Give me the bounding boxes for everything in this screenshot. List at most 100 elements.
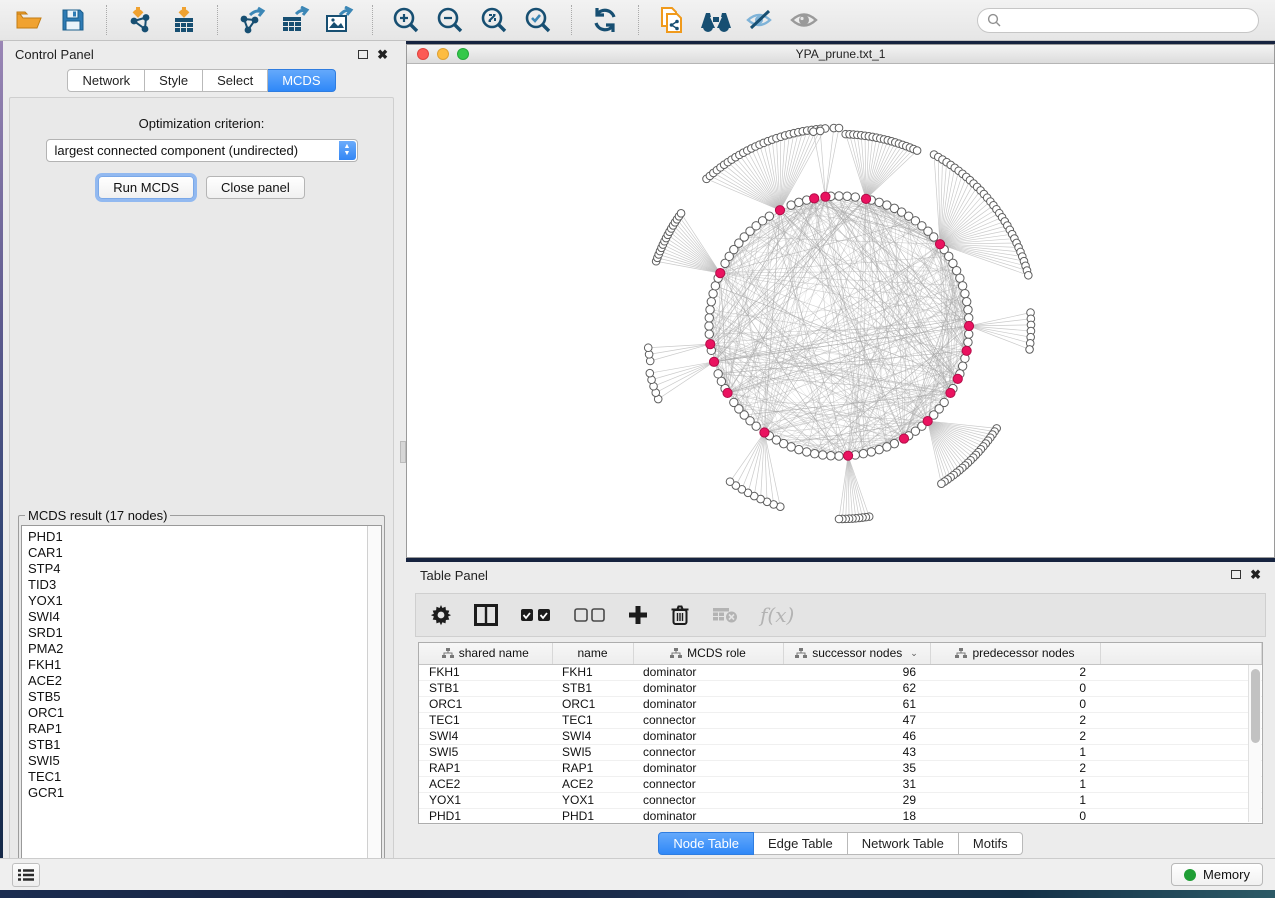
mcds-result-item[interactable]: STP4 bbox=[28, 561, 381, 577]
column-header-shared-name[interactable]: shared name bbox=[419, 643, 552, 664]
table-tab-node-table[interactable]: Node Table bbox=[658, 832, 754, 855]
table-row[interactable]: ORC1ORC1dominator610 bbox=[419, 696, 1262, 712]
mcds-result-item[interactable]: YOX1 bbox=[28, 593, 381, 609]
optimization-criterion-select[interactable]: largest connected component (undirected)… bbox=[46, 139, 358, 162]
import-table-icon bbox=[170, 6, 198, 34]
tab-network[interactable]: Network bbox=[67, 69, 145, 92]
control-panel-tabs: NetworkStyleSelectMCDS bbox=[67, 69, 335, 92]
column-header-predecessor-nodes[interactable]: predecessor nodes bbox=[930, 643, 1100, 664]
mcds-result-item[interactable]: SWI5 bbox=[28, 753, 381, 769]
table-row[interactable]: TEC1TEC1connector472 bbox=[419, 712, 1262, 728]
mcds-result-item[interactable]: SRD1 bbox=[28, 625, 381, 641]
delete-table-button[interactable] bbox=[712, 607, 738, 623]
table-row[interactable]: YOX1YOX1connector291 bbox=[419, 792, 1262, 808]
save-session-button[interactable] bbox=[54, 4, 92, 36]
zoom-in-icon bbox=[392, 6, 420, 34]
gear-icon bbox=[430, 604, 452, 626]
mcds-result-item[interactable]: STB5 bbox=[28, 689, 381, 705]
refresh-layout-button[interactable] bbox=[586, 4, 624, 36]
memory-button[interactable]: Memory bbox=[1171, 863, 1263, 886]
delete-column-button[interactable] bbox=[670, 604, 690, 626]
mcds-result-title: MCDS result (17 nodes) bbox=[25, 508, 170, 523]
mcds-result-item[interactable]: TID3 bbox=[28, 577, 381, 593]
result-list-scrollbar[interactable] bbox=[367, 526, 381, 876]
delete-table-icon bbox=[712, 607, 738, 623]
select-all-button[interactable] bbox=[520, 608, 552, 622]
mcds-result-item[interactable]: TEC1 bbox=[28, 769, 381, 785]
show-columns-button[interactable] bbox=[474, 604, 498, 626]
zoom-fit-button[interactable] bbox=[475, 4, 513, 36]
network-canvas[interactable] bbox=[407, 64, 1274, 557]
mcds-result-list[interactable]: PHD1CAR1STP4TID3YOX1SWI4SRD1PMA2FKH1ACE2… bbox=[21, 525, 382, 877]
table-toolbar: f(x) bbox=[415, 593, 1266, 637]
table-row[interactable]: SWI5SWI5connector431 bbox=[419, 744, 1262, 760]
columns-icon bbox=[474, 604, 498, 626]
import-network-button[interactable] bbox=[121, 4, 159, 36]
float-panel-icon[interactable] bbox=[358, 50, 368, 59]
eye-slash-icon bbox=[745, 8, 775, 32]
mcds-result-item[interactable]: CAR1 bbox=[28, 545, 381, 561]
table-row[interactable]: SWI4SWI4dominator462 bbox=[419, 728, 1262, 744]
tab-style[interactable]: Style bbox=[145, 69, 203, 92]
table-tabs: Node TableEdge TableNetwork TableMotifs bbox=[658, 832, 1022, 855]
search-icon bbox=[987, 13, 1001, 27]
function-builder-button[interactable]: f(x) bbox=[760, 603, 794, 627]
zoom-in-button[interactable] bbox=[387, 4, 425, 36]
mcds-result-item[interactable]: SWI4 bbox=[28, 609, 381, 625]
close-panel-icon[interactable]: ✖ bbox=[377, 50, 388, 59]
table-row[interactable]: PHD1PHD1dominator180 bbox=[419, 808, 1262, 824]
show-all-button[interactable] bbox=[785, 4, 823, 36]
mcds-result-item[interactable]: ORC1 bbox=[28, 705, 381, 721]
table-panel: Table Panel ✖ bbox=[406, 562, 1275, 858]
attribute-type-icon bbox=[442, 648, 454, 659]
export-image-icon bbox=[324, 6, 354, 34]
new-network-from-selection-button[interactable] bbox=[653, 4, 691, 36]
zoom-out-button[interactable] bbox=[431, 4, 469, 36]
import-network-icon bbox=[126, 6, 154, 34]
table-settings-button[interactable] bbox=[430, 604, 452, 626]
open-file-button[interactable] bbox=[10, 4, 48, 36]
add-column-button[interactable] bbox=[628, 605, 648, 625]
network-view-window: YPA_prune.txt_1 bbox=[406, 44, 1275, 558]
hide-selected-button[interactable] bbox=[741, 4, 779, 36]
table-row[interactable]: ACE2ACE2connector311 bbox=[419, 776, 1262, 792]
network-window-titlebar[interactable]: YPA_prune.txt_1 bbox=[407, 45, 1274, 64]
mcds-result-item[interactable]: ACE2 bbox=[28, 673, 381, 689]
export-image-button[interactable] bbox=[320, 4, 358, 36]
zoom-selected-button[interactable] bbox=[519, 4, 557, 36]
table-vertical-scrollbar[interactable] bbox=[1248, 665, 1261, 822]
run-mcds-button[interactable]: Run MCDS bbox=[98, 176, 194, 199]
mcds-result-item[interactable]: RAP1 bbox=[28, 721, 381, 737]
mcds-result-item[interactable]: FKH1 bbox=[28, 657, 381, 673]
export-network-button[interactable] bbox=[232, 4, 270, 36]
checked-boxes-icon bbox=[520, 608, 552, 622]
mcds-result-item[interactable]: PMA2 bbox=[28, 641, 381, 657]
column-header-successor-nodes[interactable]: successor nodes⌄ bbox=[783, 643, 930, 664]
mcds-result-item[interactable]: GCR1 bbox=[28, 785, 381, 801]
import-table-button[interactable] bbox=[165, 4, 203, 36]
close-panel-button[interactable]: Close panel bbox=[206, 176, 305, 199]
mcds-result-item[interactable]: STB1 bbox=[28, 737, 381, 753]
table-panel-title: Table Panel bbox=[420, 568, 488, 583]
node-table-grid[interactable]: shared namenameMCDS rolesuccessor nodes⌄… bbox=[419, 643, 1262, 825]
table-tab-network-table[interactable]: Network Table bbox=[848, 832, 959, 855]
column-header-MCDS-role[interactable]: MCDS role bbox=[633, 643, 783, 664]
mcds-result-item[interactable]: PHD1 bbox=[28, 529, 381, 545]
tab-select[interactable]: Select bbox=[203, 69, 268, 92]
table-row[interactable]: FKH1FKH1dominator962 bbox=[419, 664, 1262, 680]
tab-mcds[interactable]: MCDS bbox=[268, 69, 335, 92]
close-table-panel-icon[interactable]: ✖ bbox=[1250, 570, 1261, 579]
scrollbar-thumb[interactable] bbox=[1251, 669, 1260, 743]
column-header-name[interactable]: name bbox=[552, 643, 633, 664]
first-neighbors-button[interactable] bbox=[697, 4, 735, 36]
task-history-button[interactable] bbox=[12, 863, 40, 887]
table-row[interactable]: RAP1RAP1dominator352 bbox=[419, 760, 1262, 776]
float-table-panel-icon[interactable] bbox=[1231, 570, 1241, 579]
table-tab-edge-table[interactable]: Edge Table bbox=[754, 832, 848, 855]
search-input[interactable] bbox=[977, 8, 1259, 33]
table-tab-motifs[interactable]: Motifs bbox=[959, 832, 1023, 855]
deselect-all-button[interactable] bbox=[574, 608, 606, 622]
toolbar-separator bbox=[106, 5, 107, 35]
export-table-button[interactable] bbox=[276, 4, 314, 36]
table-row[interactable]: STB1STB1dominator620 bbox=[419, 680, 1262, 696]
